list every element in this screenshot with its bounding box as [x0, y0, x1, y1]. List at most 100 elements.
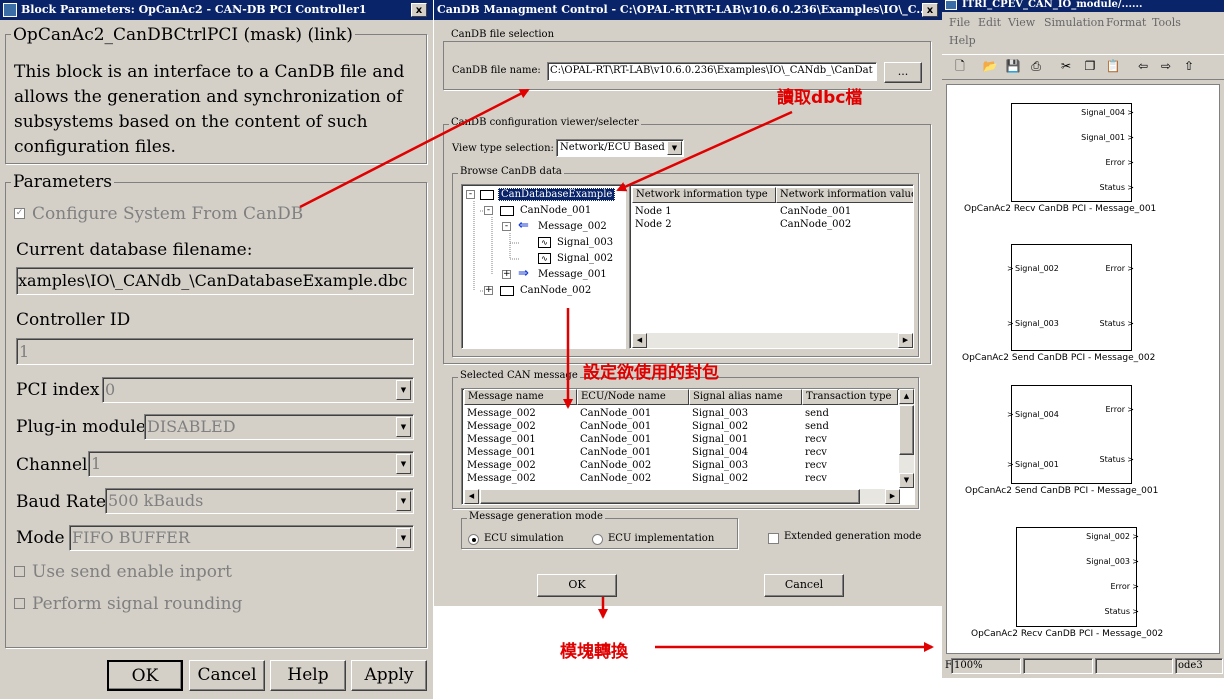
msg-vscrollbar[interactable]: ▲ ▼	[899, 389, 914, 488]
msg-header-name[interactable]: Message name	[464, 389, 577, 405]
tree-sig003[interactable]: Signal_003	[557, 237, 613, 248]
msg-row-5-type[interactable]: recv	[805, 459, 827, 472]
msg-row-6-ecu[interactable]: CanNode_002	[580, 472, 651, 485]
msg-row-4-name[interactable]: Message_001	[467, 446, 536, 459]
cancel-button[interactable]: Cancel	[189, 660, 265, 691]
configure-checkbox[interactable]: ✓	[14, 208, 25, 219]
msg-row-1-signal[interactable]: Signal_003	[692, 407, 748, 420]
expand-root-icon[interactable]: -	[466, 190, 475, 199]
info-row-2-type[interactable]: Node 2	[635, 218, 672, 231]
menu-tools[interactable]: Tools	[1152, 16, 1181, 29]
model-canvas[interactable]: Signal_004 > Signal_001 > Error > Status > O…	[946, 84, 1220, 654]
msg-header-signal[interactable]: Signal alias name	[689, 389, 802, 405]
scroll-thumb[interactable]	[480, 489, 860, 504]
msg-row-2-signal[interactable]: Signal_002	[692, 420, 748, 433]
msg-row-3-signal[interactable]: Signal_001	[692, 433, 748, 446]
use-send-checkbox[interactable]	[14, 566, 25, 577]
msg-row-6-signal[interactable]: Signal_002	[692, 472, 748, 485]
menu-help[interactable]: Help	[949, 34, 976, 47]
forward-icon[interactable]: ⇨	[1158, 58, 1174, 74]
msg-row-1-type[interactable]: send	[805, 407, 829, 420]
controller-id-field[interactable]: 1	[16, 338, 414, 365]
scroll-thumb[interactable]	[899, 405, 914, 455]
info-header-type[interactable]: Network information type	[632, 187, 776, 203]
extended-checkbox[interactable]	[768, 533, 779, 544]
help-button[interactable]: Help	[270, 660, 346, 691]
ecu-impl-radio[interactable]	[592, 534, 603, 545]
open-icon[interactable]: 📂	[982, 58, 998, 74]
view-type-select[interactable]: Network/ECU Based ▼	[556, 139, 684, 157]
msg-row-1-name[interactable]: Message_002	[467, 407, 536, 420]
candb-tree[interactable]: - CanDatabaseExample - CanNode_001 - ⇐ M…	[461, 184, 626, 349]
msg-row-2-type[interactable]: send	[805, 420, 829, 433]
info-header-value[interactable]: Network information value	[776, 187, 913, 203]
msg-row-3-ecu[interactable]: CanNode_001	[580, 433, 651, 446]
scroll-left-icon[interactable]: ◀	[632, 333, 647, 348]
menu-file[interactable]: File	[949, 16, 970, 29]
tree-sig002[interactable]: Signal_002	[557, 253, 613, 264]
left-close-button[interactable]: x	[411, 3, 427, 17]
current-db-field[interactable]: xamples\IO\_CANdb_\CanDatabaseExample.db…	[16, 267, 414, 295]
msg-row-5-ecu[interactable]: CanNode_002	[580, 459, 651, 472]
menu-format[interactable]: Format	[1106, 16, 1146, 29]
msg-header-ecu[interactable]: ECU/Node name	[577, 389, 689, 405]
send-block-msg002[interactable]: Signal_002 > Signal_003 > Error > Status >	[1007, 244, 1134, 351]
msg-row-6-name[interactable]: Message_002	[467, 472, 536, 485]
scroll-left-icon[interactable]: ◀	[464, 489, 479, 504]
new-icon[interactable]: 🗋	[952, 58, 968, 74]
candb-cancel-button[interactable]: Cancel	[764, 574, 844, 597]
copy-icon[interactable]: ❐	[1082, 58, 1098, 74]
msg-row-2-ecu[interactable]: CanNode_001	[580, 420, 651, 433]
up-icon[interactable]: ⇧	[1181, 58, 1197, 74]
save-icon[interactable]: 💾	[1005, 58, 1021, 74]
candb-ok-button[interactable]: OK	[537, 574, 617, 597]
mode-select[interactable]: FIFO BUFFER ▼	[69, 525, 414, 551]
channel-select[interactable]: 1 ▼	[88, 451, 414, 477]
msg-row-4-ecu[interactable]: CanNode_001	[580, 446, 651, 459]
msg-row-5-signal[interactable]: Signal_003	[692, 459, 748, 472]
plugin-select[interactable]: DISABLED ▼	[144, 414, 414, 440]
expand-node2-icon[interactable]: +	[484, 286, 493, 295]
menu-simulation[interactable]: Simulation	[1044, 16, 1104, 29]
apply-button[interactable]: Apply	[351, 660, 427, 691]
expand-node1-icon[interactable]: -	[484, 206, 493, 215]
print-icon[interactable]: ⎙	[1028, 58, 1044, 74]
recv-block-msg002[interactable]: Signal_002 > Signal_003 > Error > Status >	[1016, 527, 1139, 627]
menu-view[interactable]: View	[1008, 16, 1035, 29]
selected-message-table[interactable]: Message name ECU/Node name Signal alias …	[461, 388, 915, 505]
tree-msg002[interactable]: Message_002	[538, 221, 607, 232]
candb-file-input[interactable]: C:\OPAL-RT\RT-LAB\v10.6.0.236\Examples\I…	[547, 62, 877, 81]
cut-icon[interactable]: ✂	[1058, 58, 1074, 74]
msg-row-5-name[interactable]: Message_002	[467, 459, 536, 472]
pci-index-select[interactable]: 0 ▼	[102, 377, 414, 403]
browse-file-button[interactable]: ...	[884, 62, 922, 83]
network-info-list[interactable]: Network information type Network informa…	[629, 184, 914, 349]
recv-block-msg001[interactable]: Signal_004 > Signal_001 > Error > Status >	[1011, 103, 1134, 202]
msg-row-4-signal[interactable]: Signal_004	[692, 446, 748, 459]
msg-row-2-name[interactable]: Message_002	[467, 420, 536, 433]
ok-button[interactable]: OK	[107, 660, 183, 691]
msg-row-1-ecu[interactable]: CanNode_001	[580, 407, 651, 420]
scroll-down-icon[interactable]: ▼	[899, 473, 914, 488]
msg-row-6-type[interactable]: recv	[805, 472, 827, 485]
msg-row-3-type[interactable]: recv	[805, 433, 827, 446]
ecu-sim-radio[interactable]	[468, 534, 479, 545]
scroll-right-icon[interactable]: ▶	[898, 333, 913, 348]
tree-msg001[interactable]: Message_001	[538, 269, 607, 280]
send-block-msg001[interactable]: Signal_004 > Signal_001 > Error > Status >	[1007, 385, 1134, 484]
perform-rounding-checkbox[interactable]	[14, 598, 25, 609]
msg-hscrollbar[interactable]: ◀ ▶	[464, 489, 900, 504]
paste-icon[interactable]: 📋	[1105, 58, 1121, 74]
msg-row-4-type[interactable]: recv	[805, 446, 827, 459]
info-hscrollbar[interactable]: ◀ ▶	[632, 333, 913, 348]
expand-msg001-icon[interactable]: +	[502, 270, 511, 279]
msg-header-transaction[interactable]: Transaction type	[802, 389, 898, 405]
tree-node1[interactable]: CanNode_001	[520, 205, 591, 216]
back-icon[interactable]: ⇦	[1135, 58, 1151, 74]
baud-rate-select[interactable]: 500 kBauds ▼	[105, 488, 414, 514]
info-row-1-value[interactable]: CanNode_001	[780, 205, 851, 218]
tree-node2[interactable]: CanNode_002	[520, 285, 591, 296]
info-row-2-value[interactable]: CanNode_002	[780, 218, 851, 231]
middle-close-button[interactable]: x	[922, 3, 938, 17]
tree-root[interactable]: CanDatabaseExample	[498, 188, 616, 201]
